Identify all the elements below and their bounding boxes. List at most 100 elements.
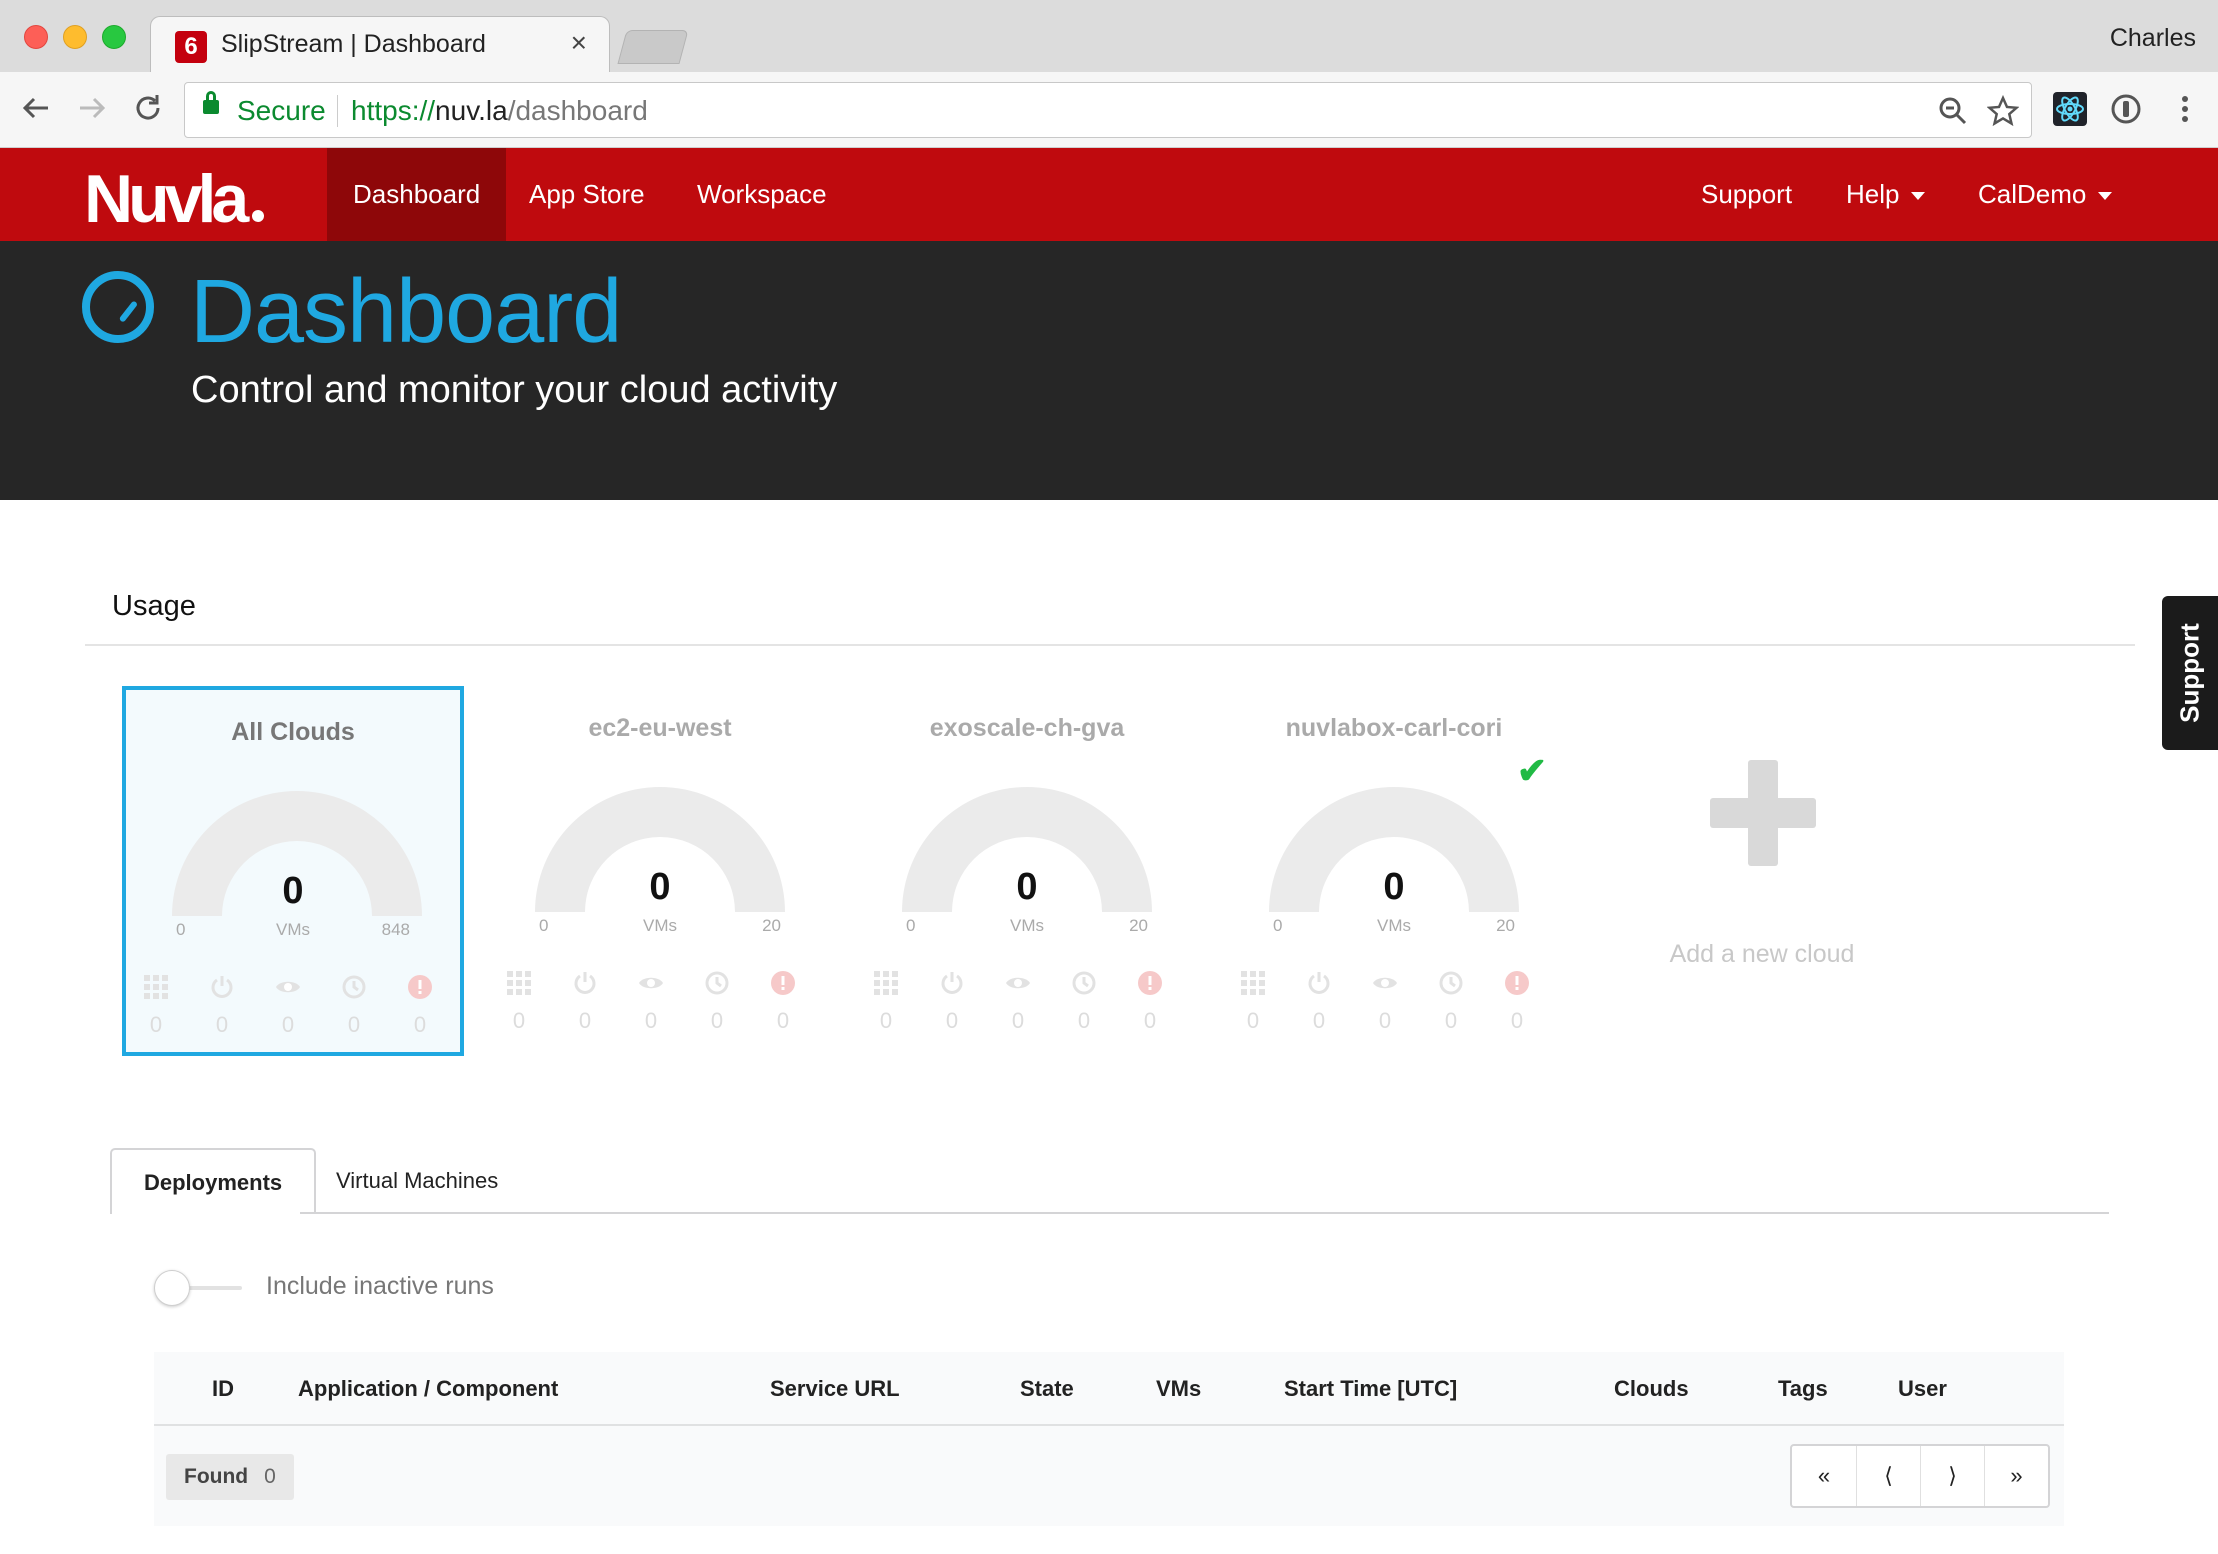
gauge-max: 20 [1496, 916, 1515, 935]
eye-icon [638, 970, 664, 996]
user-label: CalDemo [1978, 179, 2087, 209]
browser-tab-active[interactable]: 6 SlipStream | Dashboard × [150, 16, 610, 74]
reload-icon[interactable] [130, 90, 166, 126]
active-tab-gap [112, 1212, 300, 1214]
tab-deployments[interactable]: Deployments [110, 1148, 317, 1214]
maximize-window-button[interactable] [102, 25, 126, 49]
error-icon [407, 974, 433, 1000]
nav-app-store[interactable]: App Store [503, 148, 671, 241]
back-arrow-icon[interactable] [18, 90, 54, 126]
grid-icon [873, 970, 899, 996]
stat-count: 0 [1510, 1008, 1524, 1033]
grid-icon [143, 974, 169, 1000]
gauge-max: 20 [1129, 916, 1148, 935]
vm-state-stat: 0 [268, 974, 308, 1038]
close-tab-icon[interactable]: × [571, 27, 587, 59]
nav-support[interactable]: Support [1675, 148, 1818, 241]
next-page-button[interactable]: ⟩ [1920, 1446, 1984, 1506]
url-text[interactable]: https://nuv.la/dashboard [351, 95, 648, 127]
cloud-card[interactable]: ec2-eu-west 0 VMs 0 20 0 0 0 0 0 [489, 686, 831, 1056]
nav-user-dropdown[interactable]: CalDemo [1952, 148, 2138, 241]
first-page-button[interactable]: « [1792, 1446, 1856, 1506]
toggle-knob [154, 1270, 190, 1306]
power-icon [572, 970, 598, 996]
minimize-window-button[interactable] [63, 25, 87, 49]
column-header-service-url[interactable]: Service URL [770, 1376, 900, 1402]
stat-count: 0 [1011, 1008, 1025, 1033]
stat-count: 0 [1077, 1008, 1091, 1033]
vm-state-stat: 0 [565, 970, 605, 1034]
stat-count: 0 [1143, 1008, 1157, 1033]
address-separator [337, 95, 338, 127]
eye-icon [1372, 970, 1398, 996]
column-header-id[interactable]: ID [212, 1376, 234, 1402]
column-header-tags[interactable]: Tags [1778, 1376, 1828, 1402]
help-label: Help [1846, 179, 1900, 209]
bookmark-star-icon[interactable] [1986, 94, 2020, 135]
last-page-button[interactable]: » [1984, 1446, 2048, 1506]
gauge-max: 20 [762, 916, 781, 935]
column-header-clouds[interactable]: Clouds [1614, 1376, 1689, 1402]
clock-icon [1071, 970, 1097, 996]
vm-state-stat: 0 [1365, 970, 1405, 1034]
vm-state-stat: 0 [499, 970, 539, 1034]
cloud-card[interactable]: nuvlabox-carl-cori ✔ 0 VMs 0 20 0 0 0 0 0 [1223, 686, 1565, 1056]
vm-state-stat: 0 [763, 970, 803, 1034]
caret-down-icon [2098, 192, 2113, 200]
logo-dot [252, 210, 265, 222]
column-header-vms[interactable]: VMs [1156, 1376, 1201, 1402]
add-cloud-label[interactable]: Add a new cloud [1632, 940, 1892, 969]
password-manager-icon[interactable] [2109, 92, 2143, 126]
vm-state-stat: 0 [631, 970, 671, 1034]
column-header-start-time[interactable]: Start Time [UTC] [1284, 1376, 1457, 1402]
nav-workspace[interactable]: Workspace [671, 148, 853, 241]
vm-state-stat: 0 [1130, 970, 1170, 1034]
browser-menu-icon[interactable] [2168, 92, 2202, 126]
nuvla-logo[interactable]: Nuvla [84, 160, 265, 238]
dashboard-gauge-icon [82, 271, 154, 343]
new-tab-button[interactable] [617, 30, 689, 64]
gauge-min: 0 [1273, 916, 1283, 935]
vm-state-stat: 0 [202, 974, 242, 1038]
cloud-card[interactable]: All Clouds 0 VMs 0 848 0 0 0 0 0 [122, 686, 464, 1056]
page-title: Dashboard [190, 262, 622, 362]
vm-state-stat: 0 [1299, 970, 1339, 1034]
tab-virtual-machines[interactable]: Virtual Machines [304, 1148, 530, 1214]
stat-count: 0 [1444, 1008, 1458, 1033]
react-devtools-icon[interactable] [2053, 92, 2087, 126]
forward-arrow-icon[interactable] [74, 90, 110, 126]
address-bar[interactable]: Secure https://nuv.la/dashboard [184, 82, 2032, 138]
table-header-row: ID Application / Component Service URL S… [154, 1352, 2064, 1426]
column-header-application[interactable]: Application / Component [298, 1376, 558, 1402]
cloud-name: nuvlabox-carl-cori [1285, 714, 1503, 742]
browser-profile-name[interactable]: Charles [2110, 24, 2196, 53]
include-inactive-label: Include inactive runs [266, 1272, 494, 1300]
deployments-table: ID Application / Component Service URL S… [154, 1352, 2064, 1526]
column-header-user[interactable]: User [1898, 1376, 1947, 1402]
zoom-icon[interactable] [1937, 95, 1969, 135]
nav-help-dropdown[interactable]: Help [1820, 148, 1951, 241]
tab-title: SlipStream | Dashboard [221, 30, 486, 58]
clock-icon [1438, 970, 1464, 996]
close-window-button[interactable] [24, 25, 48, 49]
nav-dashboard[interactable]: Dashboard [327, 148, 507, 241]
previous-page-button[interactable]: ⟨ [1856, 1446, 1920, 1506]
cloud-name: All Clouds [231, 718, 355, 746]
cloud-card[interactable]: exoscale-ch-gva 0 VMs 0 20 0 0 0 0 0 [856, 686, 1198, 1056]
eye-icon [275, 974, 301, 1000]
gauge-min: 0 [906, 916, 916, 935]
add-cloud-plus-icon[interactable] [1710, 760, 1816, 866]
include-inactive-toggle[interactable] [154, 1270, 242, 1306]
gauge-value: 0 [649, 866, 671, 908]
vm-state-stat: 0 [866, 970, 906, 1034]
usage-divider [85, 644, 2135, 646]
page-subtitle: Control and monitor your cloud activity [191, 369, 838, 411]
found-count-label: Found 0 [166, 1454, 294, 1500]
pagination: « ⟨ ⟩ » [1790, 1444, 2050, 1508]
stat-count: 0 [776, 1008, 790, 1033]
column-header-state[interactable]: State [1020, 1376, 1074, 1402]
support-side-tab[interactable]: Support [2162, 596, 2218, 750]
vm-state-stat: 0 [697, 970, 737, 1034]
stat-count: 0 [215, 1012, 229, 1037]
stat-count: 0 [347, 1012, 361, 1037]
